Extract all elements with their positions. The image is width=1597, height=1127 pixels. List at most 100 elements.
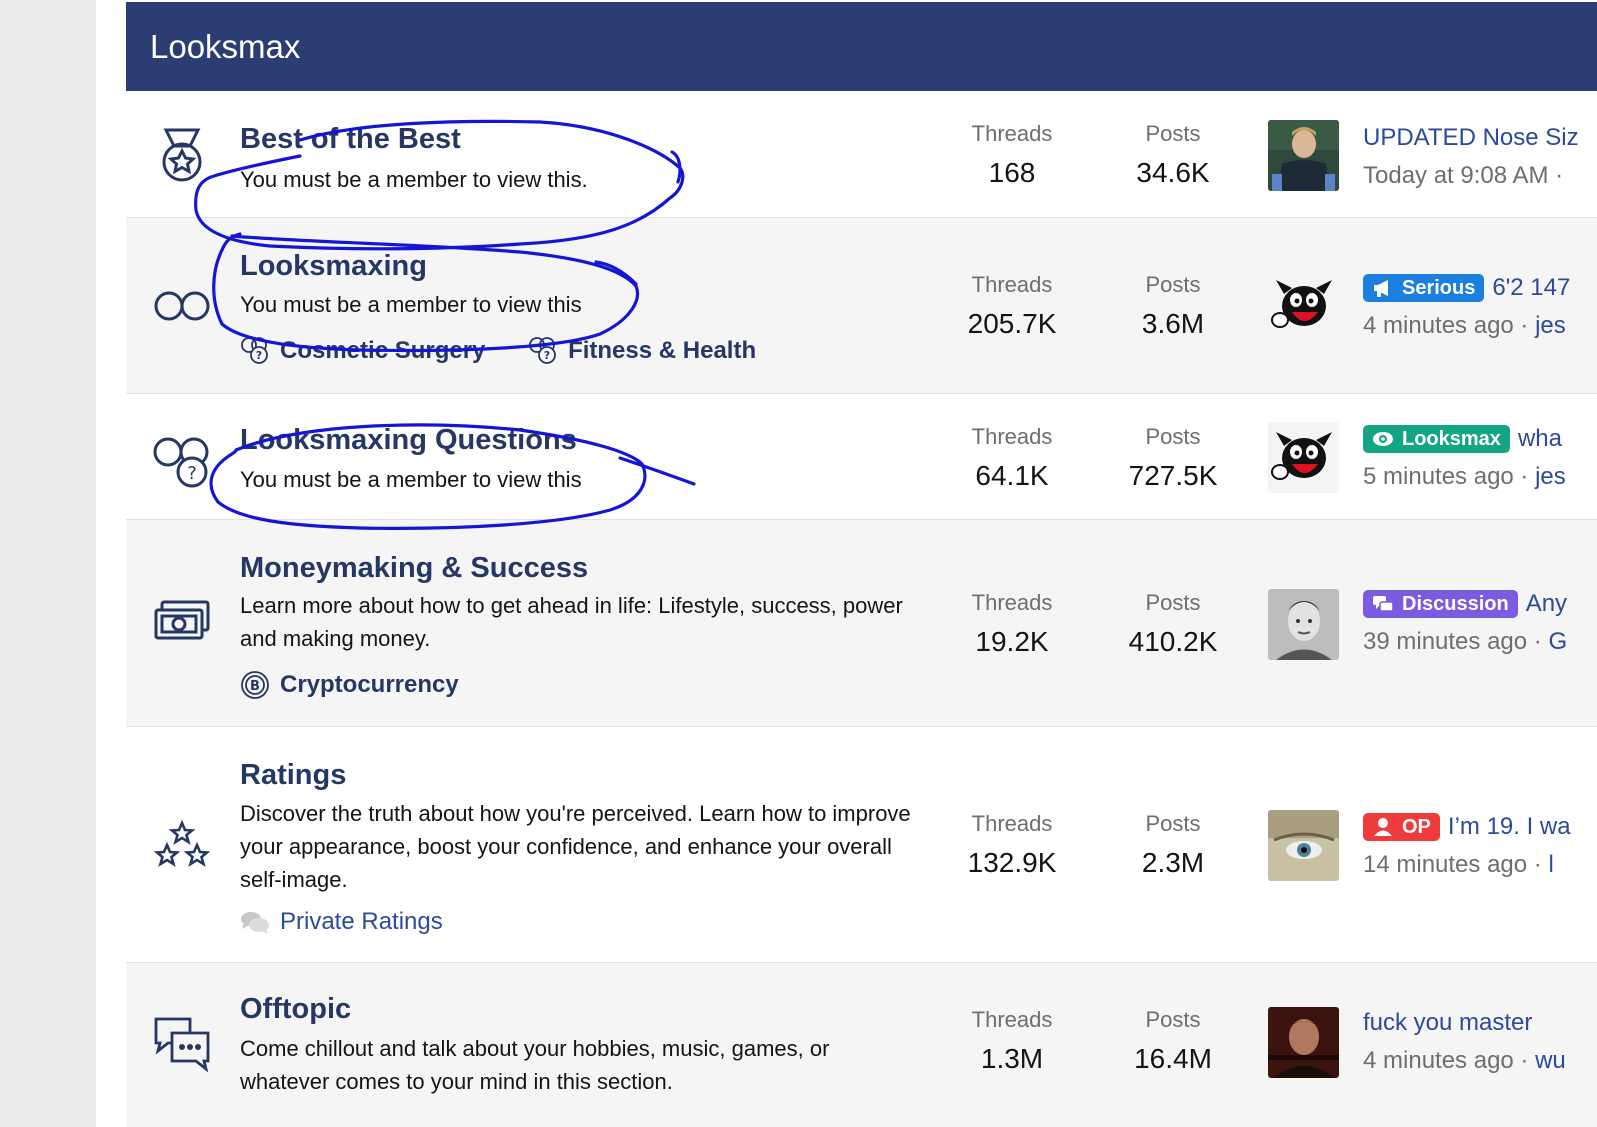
last-post-user[interactable]: jes bbox=[1535, 463, 1566, 490]
last-post: OP I’m 19. I wa 14 minutes ago · l bbox=[1363, 813, 1571, 879]
threads-label: Threads bbox=[971, 590, 1053, 615]
left-gutter bbox=[0, 0, 96, 1127]
last-post-user[interactable]: jes bbox=[1535, 312, 1566, 339]
node-description: Discover the truth about how you're perc… bbox=[240, 801, 911, 892]
avatar[interactable] bbox=[1268, 1007, 1339, 1078]
threads-label: Threads bbox=[971, 121, 1053, 146]
user-icon bbox=[1374, 818, 1392, 836]
prefix-badge-serious[interactable]: Serious bbox=[1363, 274, 1485, 302]
last-post-title[interactable]: Serious 6'2 147 bbox=[1363, 274, 1570, 302]
threads-stat: Threads 1.3M bbox=[937, 1007, 1087, 1075]
bitcoin-icon: B bbox=[241, 671, 269, 699]
threads-stat: Threads 132.9K bbox=[937, 811, 1087, 879]
money-icon bbox=[152, 590, 212, 650]
posts-stat: Posts 410.2K bbox=[1098, 590, 1248, 658]
posts-count: 16.4M bbox=[1134, 1043, 1212, 1074]
threads-count: 64.1K bbox=[975, 460, 1049, 491]
forum-page: Looksmax Best of the Best You must be a … bbox=[96, 0, 1597, 1127]
subforum-cosmetic-surgery[interactable]: ? Cosmetic Surgery bbox=[240, 336, 485, 366]
svg-text:?: ? bbox=[256, 349, 262, 362]
subforum-list: ? Cosmetic Surgery ? Fitness & Health bbox=[240, 336, 792, 373]
question-circles-icon: ? bbox=[152, 430, 212, 490]
node-title[interactable]: Best of the Best bbox=[240, 123, 461, 156]
posts-label: Posts bbox=[1145, 121, 1201, 146]
category-block: Looksmax Best of the Best You must be a … bbox=[126, 2, 1597, 1127]
forum-node-offtopic: Offtopic Come chillout and talk about yo… bbox=[126, 963, 1597, 1127]
posts-label: Posts bbox=[1145, 811, 1201, 836]
svg-text:?: ? bbox=[544, 349, 550, 362]
posts-label: Posts bbox=[1145, 272, 1201, 297]
avatar[interactable] bbox=[1268, 589, 1339, 660]
last-post-title[interactable]: fuck you master bbox=[1363, 1009, 1566, 1037]
posts-label: Posts bbox=[1145, 590, 1201, 615]
last-post: Looksmax wha 5 minutes ago · jes bbox=[1363, 425, 1566, 491]
threads-count: 168 bbox=[988, 157, 1036, 188]
last-post: UPDATED Nose Siz Today at 9:08 AM · bbox=[1363, 124, 1579, 190]
threads-stat: Threads 205.7K bbox=[937, 272, 1087, 340]
forum-node-moneymaking: Moneymaking & Success Learn more about h… bbox=[126, 520, 1597, 727]
posts-count: 2.3M bbox=[1141, 847, 1205, 878]
subforum-fitness-health[interactable]: ? Fitness & Health bbox=[528, 336, 756, 366]
subforum-private-ratings[interactable]: Private Ratings bbox=[240, 907, 443, 937]
node-title[interactable]: Ratings bbox=[240, 759, 346, 792]
node-title[interactable]: Offtopic bbox=[240, 993, 351, 1026]
svg-text:?: ? bbox=[187, 463, 197, 484]
forum-node-looksmaxing-questions: ? Looksmaxing Questions You must be a me… bbox=[126, 394, 1597, 520]
threads-label: Threads bbox=[971, 1007, 1053, 1032]
last-post-user[interactable]: l bbox=[1548, 851, 1553, 878]
threads-label: Threads bbox=[971, 811, 1053, 836]
threads-count: 205.7K bbox=[967, 308, 1057, 339]
node-title[interactable]: Looksmaxing Questions bbox=[240, 424, 577, 457]
threads-label: Threads bbox=[971, 272, 1053, 297]
medal-icon bbox=[152, 124, 212, 184]
last-post: Serious 6'2 147 4 minutes ago · jes bbox=[1363, 274, 1570, 340]
node-title[interactable]: Moneymaking & Success bbox=[240, 552, 588, 585]
posts-count: 3.6M bbox=[1141, 308, 1205, 339]
megaphone-icon bbox=[1374, 280, 1388, 297]
threads-label: Threads bbox=[971, 424, 1053, 449]
forum-node-best-of-the-best: Best of the Best You must be a member to… bbox=[126, 91, 1597, 218]
eye-icon bbox=[1373, 432, 1393, 446]
last-post-user[interactable]: wu bbox=[1535, 1047, 1566, 1074]
category-header[interactable]: Looksmax bbox=[126, 2, 1597, 91]
threads-stat: Threads 168 bbox=[937, 121, 1087, 189]
chat-icon bbox=[1373, 596, 1394, 612]
last-post-title[interactable]: OP I’m 19. I wa bbox=[1363, 813, 1571, 841]
last-post: fuck you master 4 minutes ago · wu bbox=[1363, 1009, 1566, 1075]
avatar[interactable] bbox=[1268, 810, 1339, 881]
threads-count: 19.2K bbox=[975, 626, 1049, 657]
node-title[interactable]: Looksmaxing bbox=[240, 250, 427, 283]
avatar[interactable] bbox=[1268, 270, 1339, 341]
subforum-cryptocurrency[interactable]: B Cryptocurrency bbox=[240, 670, 459, 700]
subforum-icon: ? bbox=[529, 337, 556, 364]
last-post-meta: 39 minutes ago · G bbox=[1363, 628, 1568, 655]
last-post-user[interactable]: G bbox=[1548, 628, 1567, 655]
last-post-title[interactable]: Looksmax wha bbox=[1363, 425, 1566, 453]
last-post-meta: 5 minutes ago · jes bbox=[1363, 463, 1566, 490]
stars-icon bbox=[152, 817, 212, 877]
prefix-badge-discussion[interactable]: Discussion bbox=[1363, 590, 1518, 618]
posts-count: 727.5K bbox=[1128, 460, 1218, 491]
comments-icon bbox=[241, 912, 269, 934]
last-post-meta: 14 minutes ago · l bbox=[1363, 851, 1554, 878]
chat-bubbles-icon bbox=[152, 1013, 212, 1073]
last-post-meta: 4 minutes ago · jes bbox=[1363, 312, 1566, 339]
node-description: Learn more about how to get ahead in lif… bbox=[240, 593, 903, 651]
last-post: Discussion Any 39 minutes ago · G bbox=[1363, 590, 1567, 656]
forum-node-ratings: Ratings Discover the truth about how you… bbox=[126, 727, 1597, 963]
prefix-badge-op[interactable]: OP bbox=[1363, 813, 1440, 841]
subforum-icon: ? bbox=[241, 337, 268, 364]
subforum-list: Private Ratings bbox=[240, 907, 479, 944]
threads-stat: Threads 64.1K bbox=[937, 424, 1087, 492]
prefix-badge-looksmax[interactable]: Looksmax bbox=[1363, 425, 1510, 453]
last-post-time: Today at 9:08 AM · bbox=[1363, 162, 1564, 189]
posts-stat: Posts 727.5K bbox=[1098, 424, 1248, 492]
node-description: Come chillout and talk about your hobbie… bbox=[240, 1036, 830, 1094]
avatar[interactable] bbox=[1268, 422, 1339, 493]
threads-stat: Threads 19.2K bbox=[937, 590, 1087, 658]
node-description: You must be a member to view this bbox=[240, 292, 582, 317]
avatar[interactable] bbox=[1268, 120, 1339, 191]
last-post-title[interactable]: UPDATED Nose Siz bbox=[1363, 124, 1579, 152]
last-post-title[interactable]: Discussion Any bbox=[1363, 590, 1567, 618]
subforum-list: B Cryptocurrency bbox=[240, 670, 495, 707]
